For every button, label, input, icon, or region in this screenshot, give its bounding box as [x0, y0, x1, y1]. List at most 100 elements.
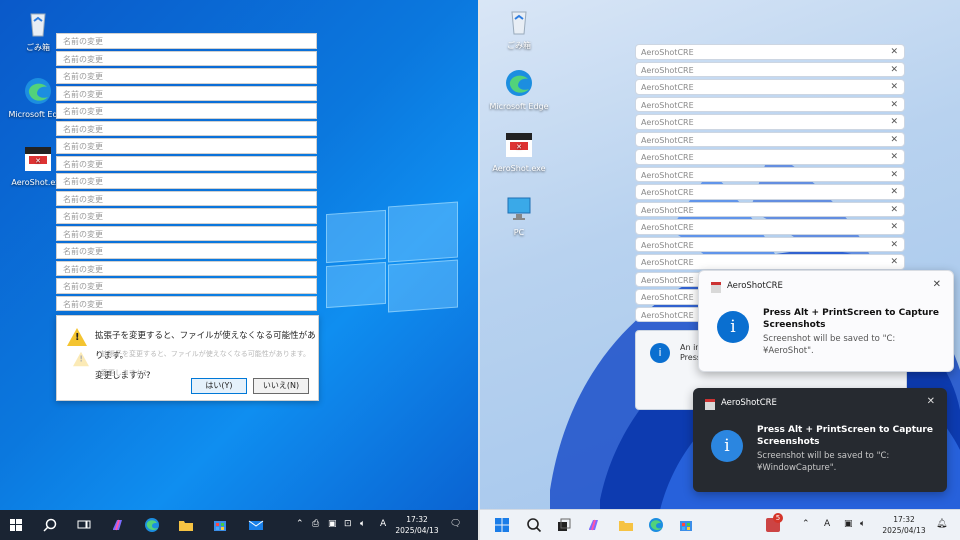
- aeroshot-window-titlebar[interactable]: AeroShotCRE ✕: [635, 254, 905, 270]
- rename-confirm-dialog: ! 拡張子を変更すると、ファイルが使えなくなる可能性があります。 変更しますか?…: [56, 315, 319, 401]
- rename-window-titlebar[interactable]: 名前の変更: [56, 120, 317, 136]
- start-icon[interactable]: [494, 517, 510, 533]
- yes-button[interactable]: はい(Y): [191, 378, 247, 394]
- clock-time: 17:32: [893, 515, 915, 524]
- aeroshot-window-titlebar[interactable]: AeroShotCRE ✕: [635, 166, 905, 183]
- chevron-up-icon[interactable]: ⌃: [296, 519, 304, 529]
- close-icon[interactable]: ✕: [890, 238, 898, 253]
- aeroshot-window-titlebar[interactable]: AeroShotCRE ✕: [635, 149, 905, 165]
- close-icon[interactable]: ✕: [890, 45, 898, 60]
- rename-window-stack: 名前の変更 名前の変更 名前の変更 名前の変更 名前の変更 名前の変更 名前の変更 名前の変更…: [56, 33, 317, 313]
- volume-icon[interactable]: 🔈︎: [860, 519, 865, 529]
- camera-icon[interactable]: ⎙: [312, 519, 319, 529]
- no-button[interactable]: いいえ(N): [253, 378, 309, 394]
- aeroshot-window-titlebar[interactable]: AeroShotCRE ✕: [635, 96, 905, 113]
- window-title: AeroShotCRE: [641, 170, 694, 180]
- mail-icon[interactable]: [248, 517, 264, 533]
- toast-notification-dark[interactable]: AeroShotCRE ✕ i Press Alt + PrintScreen …: [693, 388, 947, 492]
- desktop-icon-label: PC: [513, 228, 525, 237]
- rename-window-titlebar[interactable]: 名前の変更: [56, 50, 317, 66]
- window-title: AeroShotCRE: [641, 293, 694, 302]
- rename-window-titlebar[interactable]: 名前の変更: [56, 85, 317, 101]
- taskbar-clock[interactable]: 17:32 2025/04/13: [880, 514, 928, 536]
- bell-icon[interactable]: 🔔︎: [936, 519, 947, 529]
- ime-indicator[interactable]: A: [824, 519, 830, 529]
- close-icon[interactable]: ✕: [890, 133, 898, 148]
- copilot-icon[interactable]: [586, 517, 602, 533]
- aeroshot-window-titlebar[interactable]: AeroShotCRE ✕: [635, 79, 905, 95]
- volume-icon[interactable]: 🔈︎: [360, 519, 365, 529]
- window-title: AeroShotCRE: [641, 188, 694, 197]
- desktop-icon-label: AeroShot.exe: [492, 164, 546, 173]
- start-icon[interactable]: [8, 517, 24, 533]
- edge-icon: [506, 70, 532, 96]
- close-icon[interactable]: ✕: [890, 98, 898, 113]
- desktop-icon-edge[interactable]: Microsoft Edge: [484, 68, 554, 111]
- rename-window-titlebar[interactable]: 名前の変更: [56, 138, 317, 154]
- notification-icon[interactable]: 🗨︎: [450, 519, 461, 529]
- edge-icon[interactable]: [144, 517, 160, 533]
- chevron-up-icon[interactable]: ⌃: [802, 519, 810, 529]
- rename-window-titlebar[interactable]: 名前の変更: [56, 103, 317, 119]
- rename-window-titlebar[interactable]: 名前の変更: [56, 278, 317, 294]
- close-icon[interactable]: ✕: [890, 115, 898, 130]
- task-view-icon[interactable]: [76, 517, 92, 533]
- desktop-icon-pc[interactable]: PC: [484, 194, 554, 237]
- aeroshot-window-titlebar[interactable]: AeroShotCRE ✕: [635, 219, 905, 235]
- aeroshot-window-titlebar[interactable]: AeroShotCRE ✕: [635, 184, 905, 200]
- window-title: AeroShotCRE: [641, 310, 694, 320]
- info-icon: i: [717, 311, 749, 343]
- edge-icon[interactable]: [648, 517, 664, 533]
- rename-window-titlebar[interactable]: 名前の変更: [56, 208, 317, 224]
- aeroshot-window-titlebar[interactable]: AeroShotCRE ✕: [635, 61, 905, 78]
- display-icon[interactable]: ▣: [328, 519, 337, 529]
- rename-window-titlebar[interactable]: 名前の変更: [56, 33, 317, 49]
- aeroshot-window-titlebar[interactable]: AeroShotCRE ✕: [635, 236, 905, 253]
- close-icon[interactable]: ✕: [890, 150, 898, 165]
- aeroshot-window-titlebar[interactable]: AeroShotCRE ✕: [635, 44, 905, 60]
- close-icon[interactable]: ✕: [933, 279, 941, 290]
- close-icon[interactable]: ✕: [890, 255, 898, 270]
- desktop-icon-recycle-bin[interactable]: ごみ箱: [484, 6, 554, 51]
- rename-window-titlebar[interactable]: 名前の変更: [56, 225, 317, 241]
- rename-window-titlebar[interactable]: 名前の変更: [56, 155, 317, 171]
- task-view-icon[interactable]: [556, 517, 572, 533]
- ime-indicator[interactable]: A: [380, 519, 386, 529]
- close-icon[interactable]: ✕: [890, 63, 898, 78]
- rename-window-titlebar[interactable]: 名前の変更: [56, 295, 317, 311]
- search-icon[interactable]: [526, 517, 542, 533]
- close-icon[interactable]: ✕: [890, 220, 898, 235]
- display-icon[interactable]: ▣: [844, 519, 853, 529]
- copilot-icon[interactable]: [110, 517, 126, 533]
- desktop-icon-aeroshot[interactable]: ✕ AeroShot.exe: [484, 130, 554, 173]
- network-icon[interactable]: ⊡: [344, 519, 352, 529]
- file-explorer-icon[interactable]: [618, 517, 634, 533]
- windows11-taskbar: 5 ⌃ A ▣ 🔈︎ 17:32 2025/04/13 🔔︎: [480, 509, 960, 540]
- clock-date: 2025/04/13: [395, 526, 439, 535]
- toast-body: Screenshot will be saved to "C:¥WindowCa…: [757, 451, 890, 473]
- close-icon[interactable]: ✕: [890, 168, 898, 183]
- file-explorer-icon[interactable]: [178, 517, 194, 533]
- aeroshot-window-titlebar[interactable]: AeroShotCRE ✕: [635, 131, 905, 148]
- close-icon[interactable]: ✕: [890, 80, 898, 95]
- rename-window-titlebar[interactable]: 名前の変更: [56, 260, 317, 276]
- window-title: AeroShotCRE: [641, 65, 694, 75]
- search-icon[interactable]: [42, 517, 58, 533]
- store-icon[interactable]: [212, 517, 228, 533]
- rename-window-titlebar[interactable]: 名前の変更: [56, 190, 317, 206]
- rename-window-titlebar[interactable]: 名前の変更: [56, 68, 317, 84]
- toast-app-name: AeroShotCRE: [727, 281, 783, 291]
- store-icon[interactable]: [678, 517, 694, 533]
- taskbar-clock[interactable]: 17:32 2025/04/13: [394, 514, 440, 536]
- aeroshot-window-titlebar[interactable]: AeroShotCRE ✕: [635, 201, 905, 218]
- rename-window-titlebar[interactable]: 名前の変更: [56, 173, 317, 189]
- aeroshot-window-titlebar[interactable]: AeroShotCRE ✕: [635, 114, 905, 130]
- close-icon[interactable]: ✕: [890, 185, 898, 200]
- close-icon[interactable]: ✕: [927, 396, 935, 407]
- recycle-bin-icon: [30, 13, 46, 37]
- rename-window-titlebar[interactable]: 名前の変更: [56, 243, 317, 259]
- warning-icon: !: [67, 328, 87, 346]
- windows11-desktop: ごみ箱 Microsoft Edge ✕ AeroShot.exe PC Aer…: [480, 0, 960, 540]
- close-icon[interactable]: ✕: [890, 203, 898, 218]
- toast-notification-light[interactable]: AeroShotCRE ✕ i Press Alt + PrintScreen …: [698, 270, 954, 372]
